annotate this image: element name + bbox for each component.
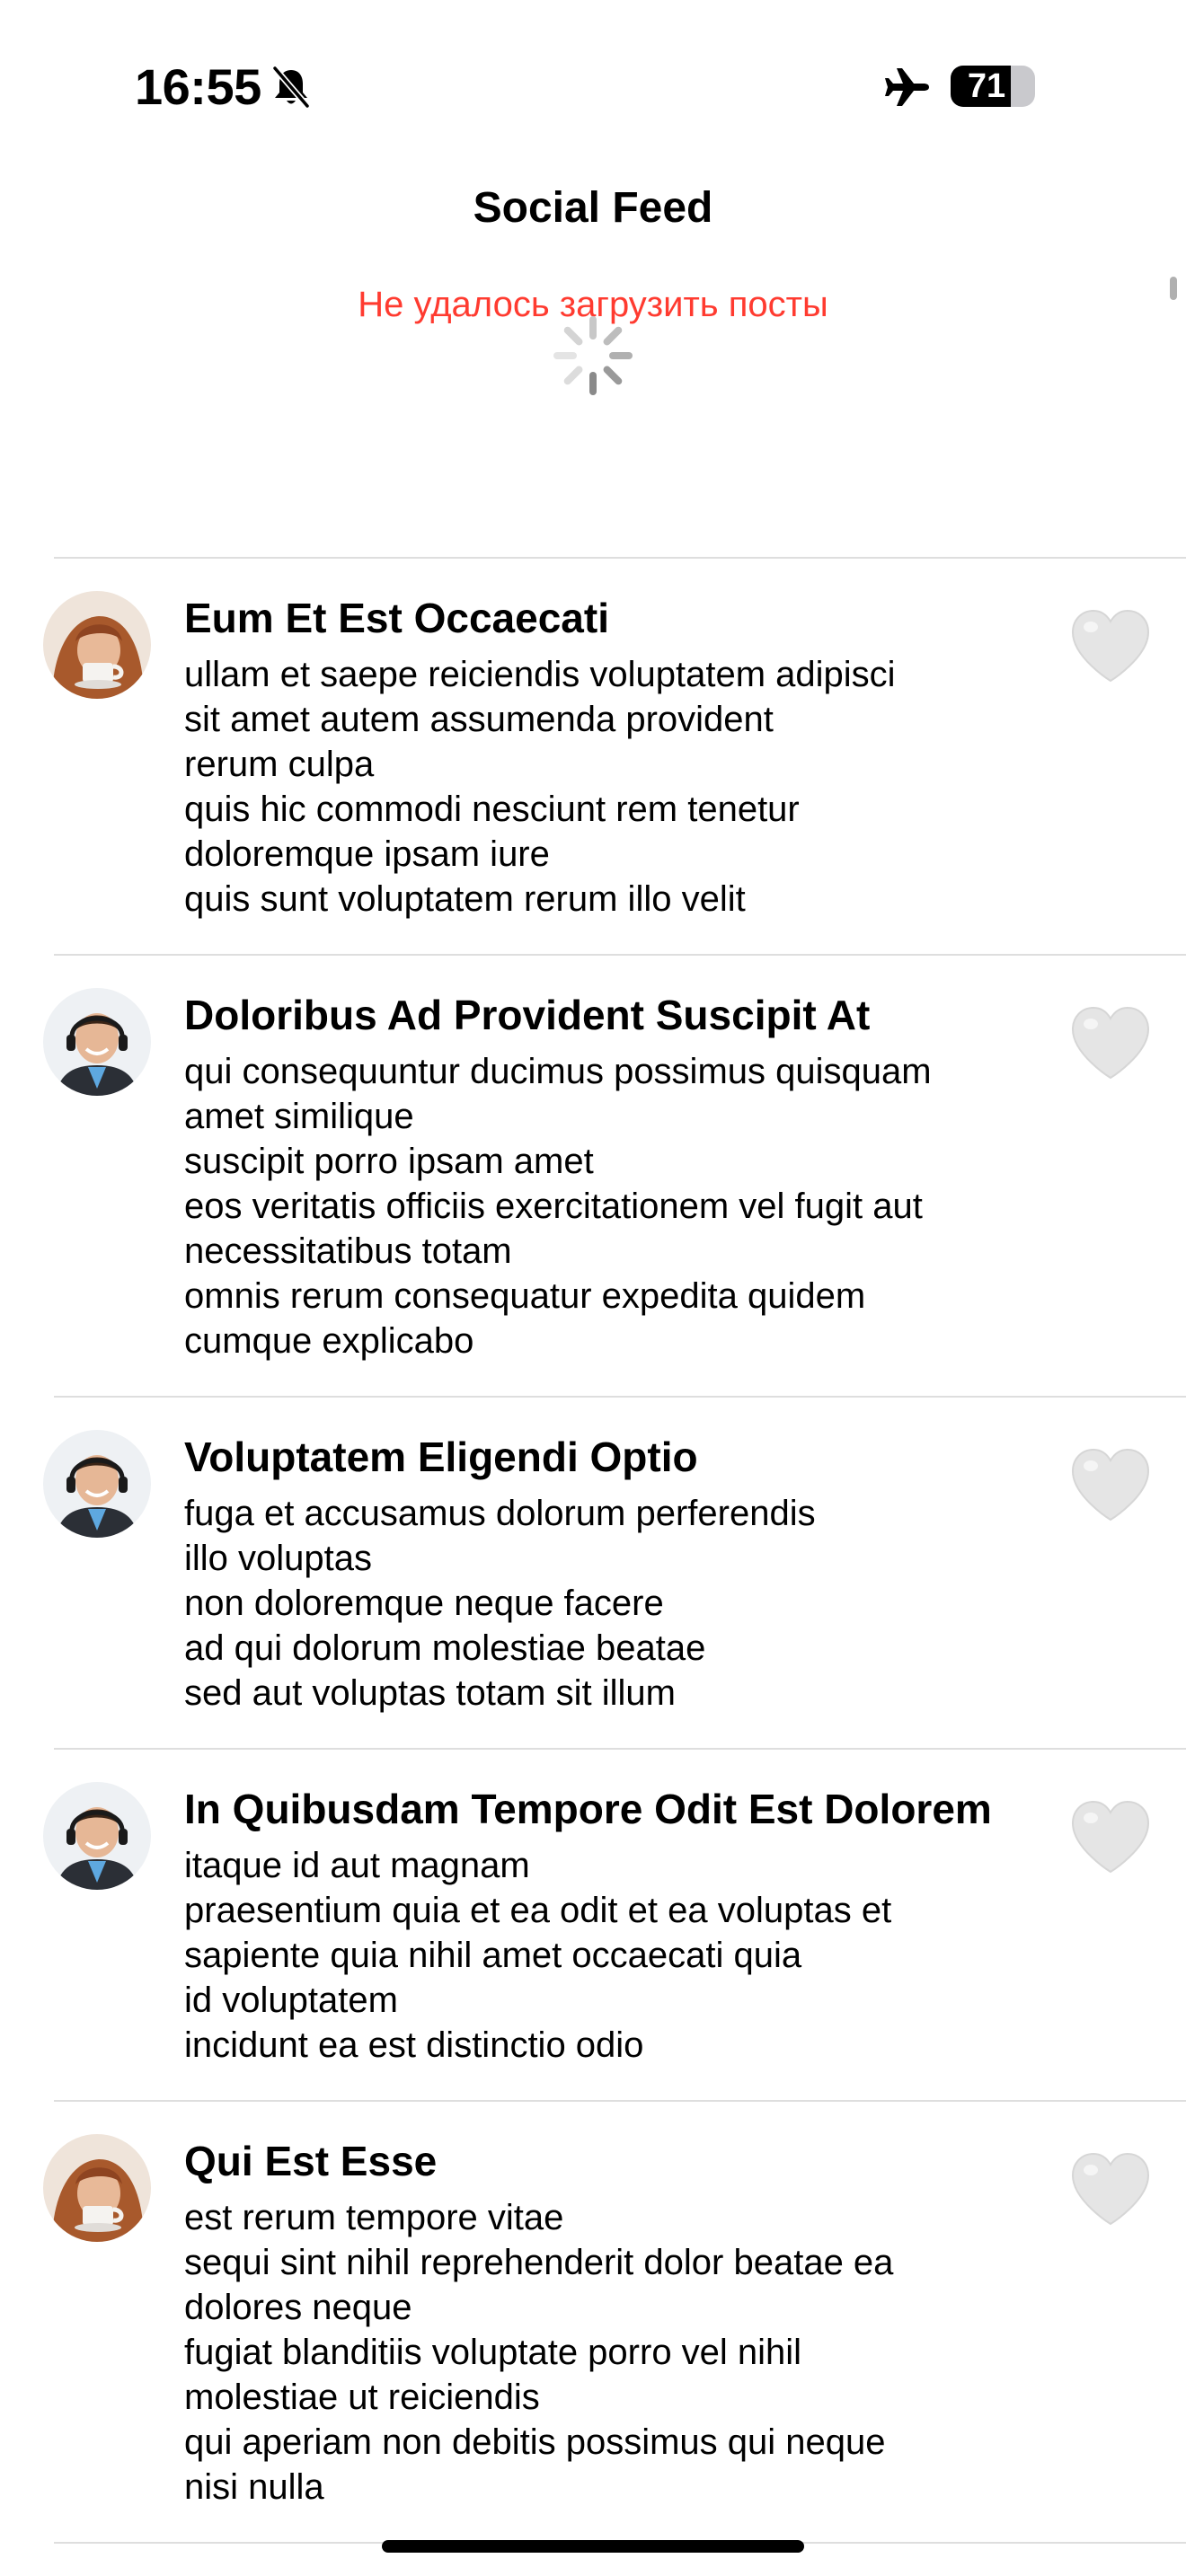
heart-icon	[1071, 1448, 1150, 1522]
post-body: itaque id aut magnam praesentium quia et…	[184, 1846, 892, 2065]
status-time: 16:55	[135, 58, 261, 115]
heart-icon	[1071, 609, 1150, 683]
scroll-indicator[interactable]	[1170, 277, 1177, 300]
post-body: ullam et saepe reiciendis voluptatem adi…	[184, 655, 896, 919]
post-title: Voluptatem Eligendi Optio	[184, 1434, 698, 1480]
heart-icon	[1071, 2152, 1150, 2226]
post-item: Eum Et Est Occaecati ullam et saepe reic…	[43, 557, 1186, 954]
man-with-headset-avatar	[43, 1782, 151, 1890]
airplane-icon	[882, 65, 933, 110]
avatar	[43, 988, 151, 1096]
heart-icon	[1071, 1006, 1150, 1080]
post-body: fuga et accusamus dolorum perferendis il…	[184, 1494, 816, 1713]
woman-with-cup-avatar	[43, 591, 151, 699]
page-title: Social Feed	[473, 184, 713, 232]
post-title: Qui Est Esse	[184, 2138, 438, 2184]
spinner-icon	[550, 313, 636, 399]
post-title: Doloribus Ad Provident Suscipit At	[184, 992, 871, 1038]
post-body: qui consequuntur ducimus possimus quisqu…	[184, 1052, 932, 1361]
like-button[interactable]	[1069, 1798, 1152, 1875]
like-button[interactable]	[1069, 1004, 1152, 1081]
battery-icon: 71	[951, 66, 1035, 107]
post-title: In Quibusdam Tempore Odit Est Dolorem	[184, 1786, 992, 1832]
man-with-headset-avatar	[43, 988, 151, 1096]
like-button[interactable]	[1069, 2150, 1152, 2228]
post-feed: Eum Et Est Occaecati ullam et saepe reic…	[0, 557, 1186, 2544]
man-with-headset-avatar	[43, 1430, 151, 1538]
avatar	[43, 591, 151, 699]
heart-icon	[1071, 1800, 1150, 1874]
avatar	[43, 1430, 151, 1538]
battery-level: 71	[967, 67, 1006, 105]
post-item: Qui Est Esse est rerum tempore vitae seq…	[43, 2100, 1186, 2544]
like-button[interactable]	[1069, 1446, 1152, 1523]
woman-with-cup-avatar	[43, 2134, 151, 2242]
home-indicator[interactable]	[382, 2540, 804, 2553]
post-item: In Quibusdam Tempore Odit Est Dolorem it…	[43, 1748, 1186, 2100]
post-body: est rerum tempore vitae sequi sint nihil…	[184, 2198, 894, 2507]
avatar	[43, 2134, 151, 2242]
post-item: Voluptatem Eligendi Optio fuga et accusa…	[43, 1396, 1186, 1748]
post-title: Eum Et Est Occaecati	[184, 595, 609, 641]
battery-cap	[1030, 80, 1035, 94]
post-item: Doloribus Ad Provident Suscipit At qui c…	[43, 954, 1186, 1396]
like-button[interactable]	[1069, 607, 1152, 684]
bell-slash-icon	[270, 65, 313, 110]
avatar	[43, 1782, 151, 1890]
